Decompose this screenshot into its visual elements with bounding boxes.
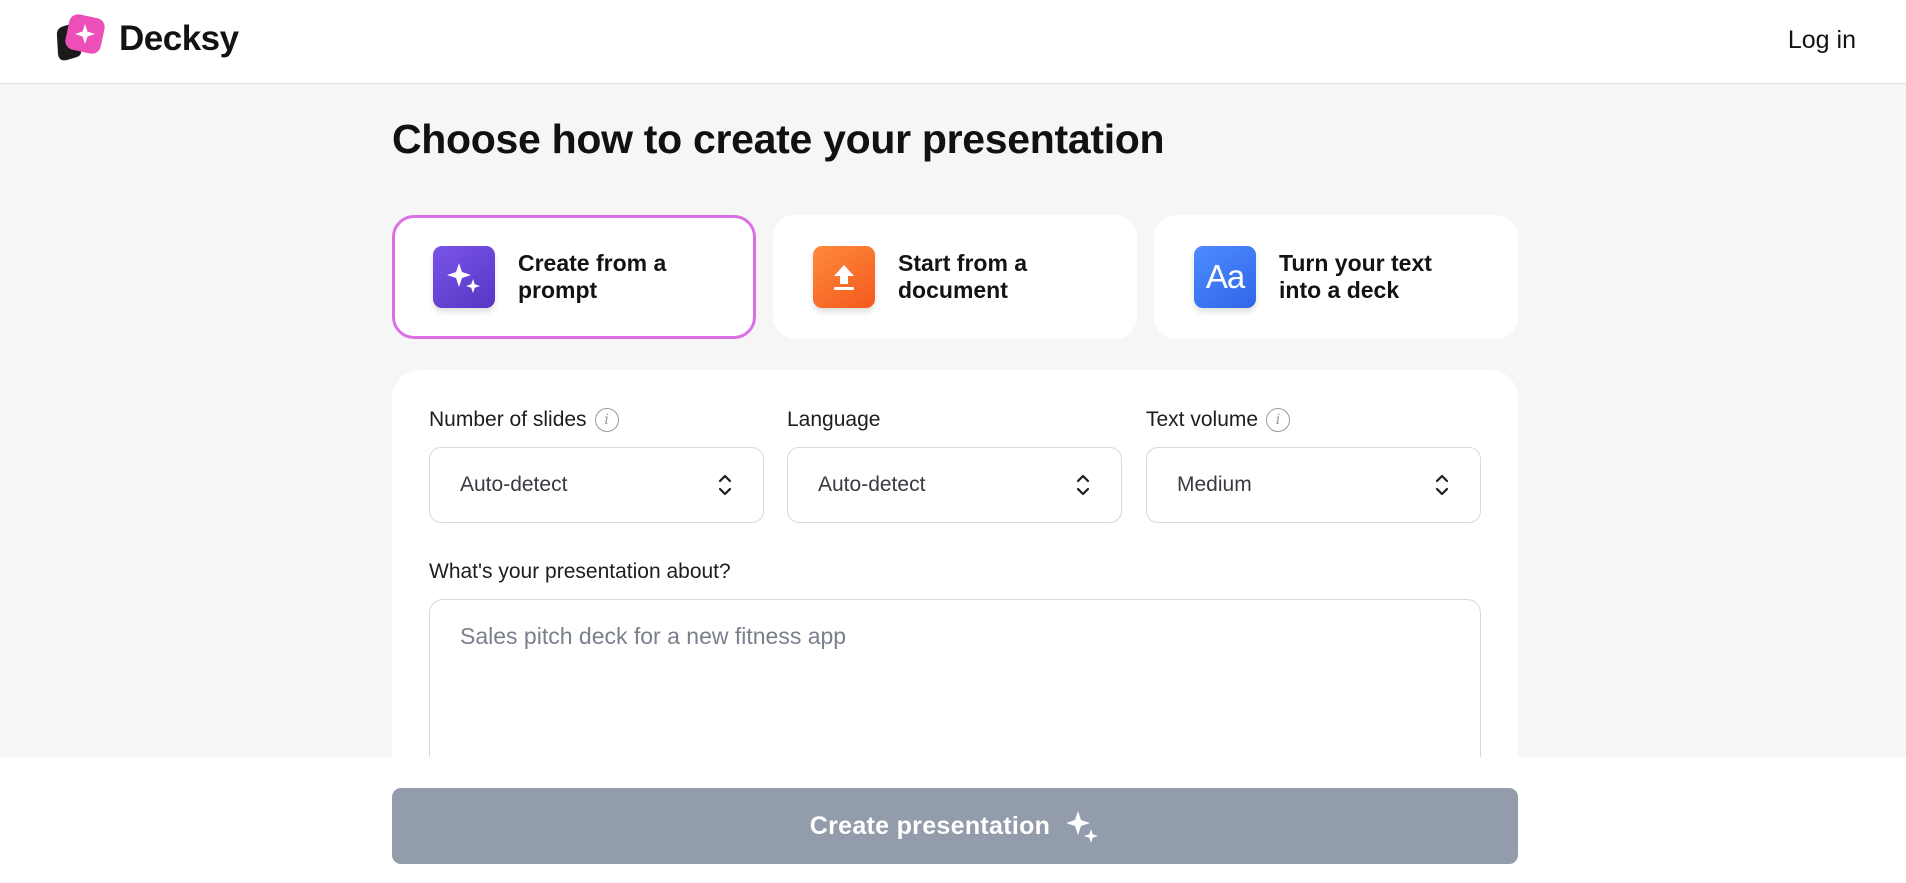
sparkles-icon (433, 246, 495, 308)
text-aa-glyph: Aa (1205, 258, 1245, 295)
number-of-slides-label-text: Number of slides (429, 408, 587, 431)
login-link[interactable]: Log in (1788, 22, 1856, 58)
mode-label: Turn your text into a deck (1279, 250, 1432, 303)
info-icon[interactable]: i (1266, 408, 1291, 432)
upload-document-icon (813, 246, 875, 308)
number-of-slides-label: Number of slides i (429, 408, 619, 432)
chevron-up-down-icon (718, 474, 732, 496)
mode-label: Create from a prompt (518, 250, 667, 303)
text-volume-select[interactable]: Medium (1146, 447, 1481, 523)
create-presentation-button[interactable]: Create presentation (392, 788, 1518, 864)
decksy-logo-icon (56, 14, 105, 61)
chevron-up-down-icon (1435, 474, 1449, 496)
text-volume-label: Text volume i (1146, 408, 1291, 432)
create-presentation-label: Create presentation (809, 811, 1051, 840)
chevron-up-down-icon (1076, 474, 1090, 496)
presentation-topic-label: What's your presentation about? (429, 560, 731, 583)
info-icon[interactable]: i (594, 408, 619, 432)
language-label-text: Language (787, 408, 881, 431)
bottom-action-bar: Create presentation (0, 757, 1906, 883)
language-label: Language (787, 408, 880, 432)
mode-turn-text-into-deck[interactable]: Aa Turn your text into a deck (1154, 215, 1518, 339)
mode-create-from-prompt[interactable]: Create from a prompt (392, 215, 756, 339)
select-value: Auto-detect (460, 473, 568, 496)
select-value: Medium (1177, 473, 1252, 496)
brand[interactable]: Decksy (53, 14, 239, 64)
sparkles-icon (1066, 811, 1099, 843)
mode-label: Start from a document (898, 250, 1028, 303)
brand-name: Decksy (119, 19, 239, 58)
page-title: Choose how to create your presentation (392, 116, 1165, 162)
creation-mode-options: Create from a prompt Start from a docume… (392, 215, 1518, 339)
mode-start-from-document[interactable]: Start from a document (773, 215, 1137, 339)
number-of-slides-select[interactable]: Auto-detect (429, 447, 764, 523)
text-aa-icon: Aa (1194, 246, 1256, 308)
top-bar: Decksy Log in (0, 0, 1906, 84)
language-select[interactable]: Auto-detect (787, 447, 1122, 523)
select-value: Auto-detect (818, 473, 926, 496)
text-volume-label-text: Text volume (1146, 408, 1259, 431)
